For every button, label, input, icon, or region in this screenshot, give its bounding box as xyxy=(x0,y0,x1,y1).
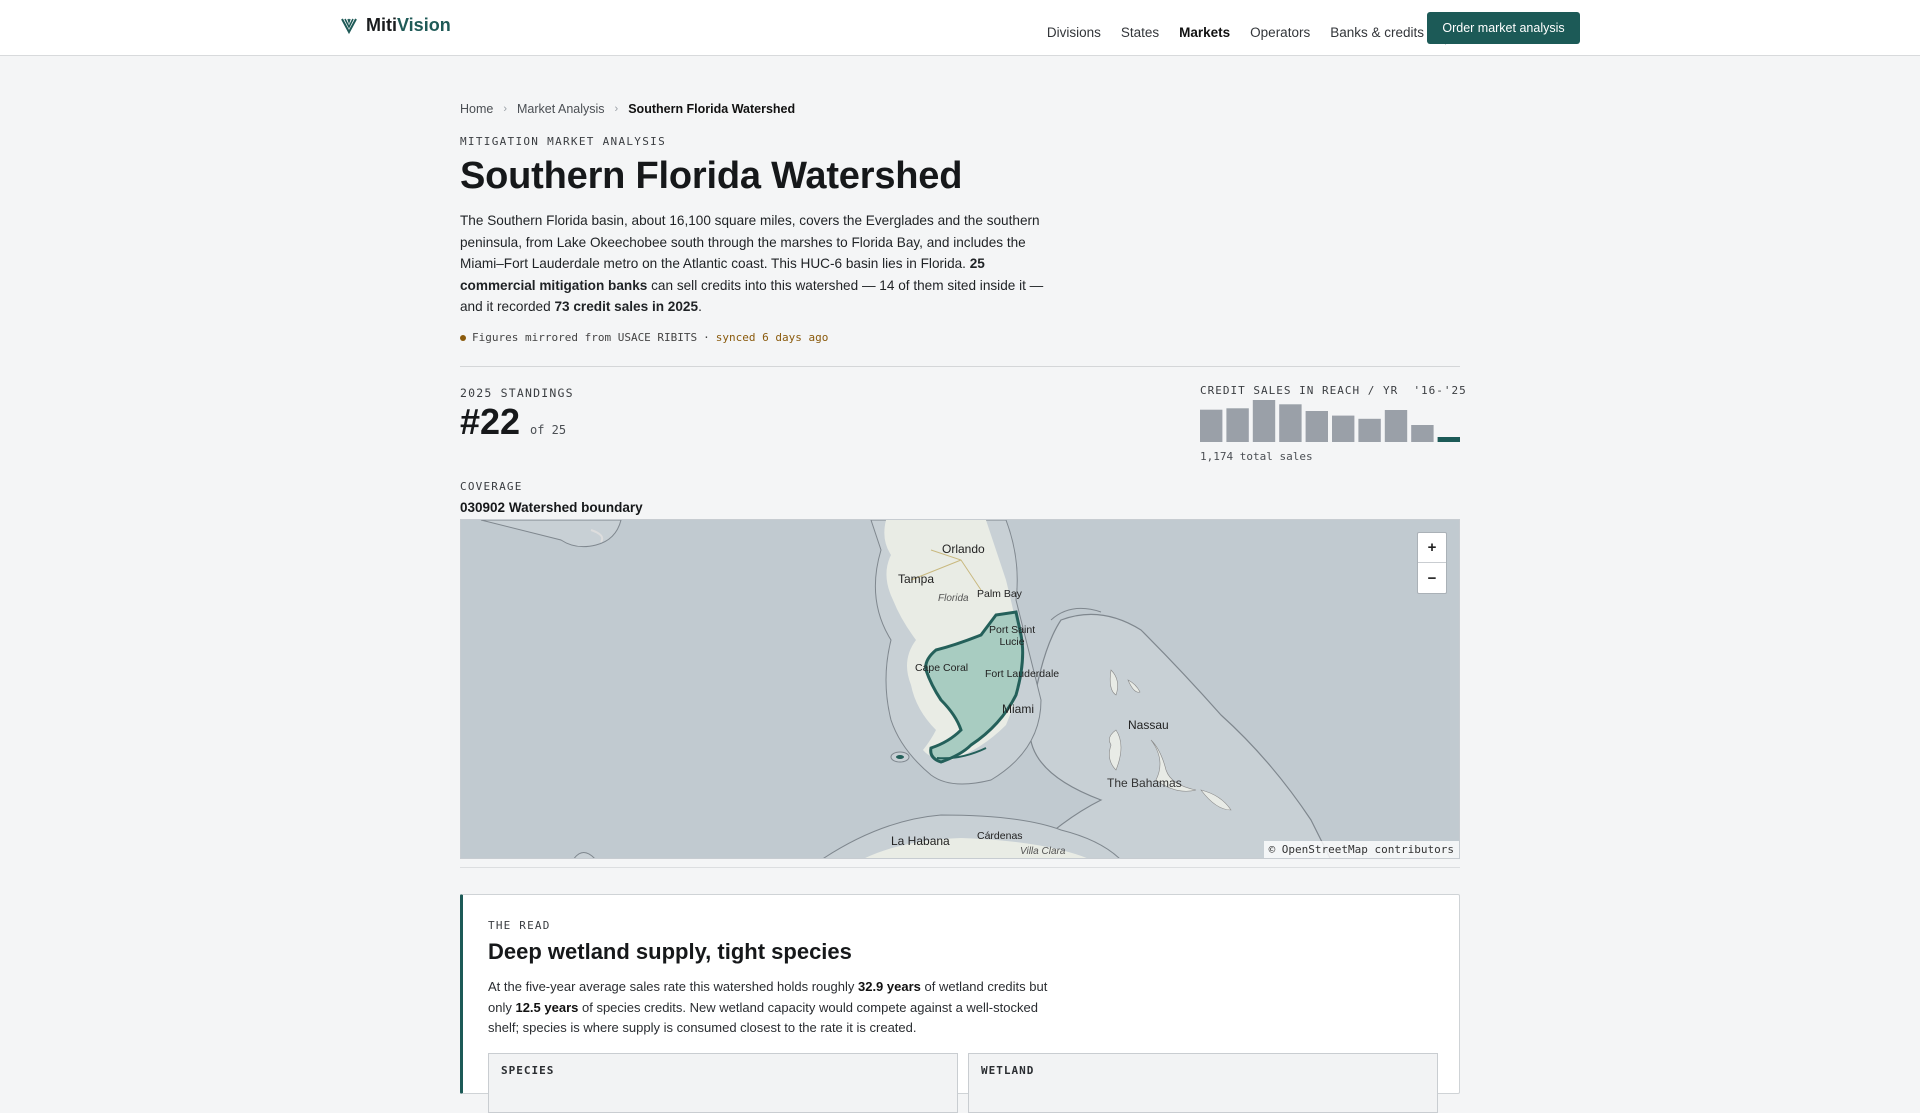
credit-sales-bar-2024 xyxy=(1411,425,1434,442)
page-eyebrow: MITIGATION MARKET ANALYSIS xyxy=(460,135,666,148)
map-label-port-saint: Port Saint xyxy=(989,624,1036,636)
breadcrumb-current: Southern Florida Watershed xyxy=(628,102,796,116)
credit-sales-bar-2019 xyxy=(1279,404,1302,442)
zoom-in-button[interactable]: + xyxy=(1418,533,1446,563)
breadcrumb-home[interactable]: Home xyxy=(460,102,493,116)
intro-text-3: . xyxy=(698,299,702,314)
map-label-villa-clara: Villa Clara xyxy=(1020,846,1066,857)
wetland-panel: WETLAND xyxy=(968,1053,1438,1113)
nav-banks-credits[interactable]: Banks & credits xyxy=(1330,25,1424,40)
map-label-fort-lauderdale: Fort Lauderdale xyxy=(985,668,1060,680)
map-label-cape-coral: Cape Coral xyxy=(915,662,969,674)
map-label-tampa: Tampa xyxy=(898,572,935,586)
read-bold-wetland-years: 32.9 years xyxy=(857,979,921,994)
standings-label: 2025 STANDINGS xyxy=(460,386,574,400)
credit-sales-total: 1,174 total sales xyxy=(1200,450,1313,463)
intro-bold-sales: 73 credit sales in 2025 xyxy=(554,299,699,314)
intro-paragraph: The Southern Florida basin, about 16,100… xyxy=(460,210,1050,318)
sync-ago: synced 6 days ago xyxy=(715,331,829,344)
map-label-orlando: Orlando xyxy=(942,542,985,556)
map-label-bahamas: The Bahamas xyxy=(1107,776,1182,790)
credit-sales-bar-2022 xyxy=(1358,418,1381,442)
page-title: Southern Florida Watershed xyxy=(460,155,963,197)
map-label-cardenas: Cárdenas xyxy=(977,830,1023,842)
map-label-miami: Miami xyxy=(1002,702,1034,716)
chevron-right-icon: › xyxy=(614,103,619,115)
credit-sales-bar-2023 xyxy=(1384,410,1408,442)
read-text-1: At the five-year average sales rate this… xyxy=(488,979,858,994)
map-attribution[interactable]: © OpenStreetMap contributors xyxy=(1263,841,1459,858)
watershed-map[interactable]: Orlando Tampa Florida Palm Bay Port Sain… xyxy=(460,519,1460,859)
standings-of: of 25 xyxy=(530,423,567,437)
species-panel: SPECIES xyxy=(488,1053,958,1113)
section-divider-2 xyxy=(460,867,1460,868)
the-read-card: THE READ Deep wetland supply, tight spec… xyxy=(460,894,1460,1113)
map-label-florida: Florida xyxy=(938,593,969,604)
brand-name-part2: Vision xyxy=(397,15,451,35)
coverage-name: Watershed boundary xyxy=(508,500,643,515)
zoom-out-button[interactable]: − xyxy=(1418,563,1446,593)
credit-sales-bar-2021 xyxy=(1332,415,1355,442)
order-market-analysis-button[interactable]: Order market analysis xyxy=(1427,12,1580,44)
credit-sales-bar-2020 xyxy=(1305,411,1328,442)
standings-rank: #22 xyxy=(460,401,521,442)
map-label-lucie: Lucie xyxy=(999,636,1025,648)
credit-sales-bar-2025 xyxy=(1437,437,1460,442)
intro-text-1: The Southern Florida basin, about 16,100… xyxy=(460,213,1040,271)
leaf-logo-icon xyxy=(341,18,357,34)
nav-operators[interactable]: Operators xyxy=(1250,25,1310,40)
status-dot-icon xyxy=(460,334,466,341)
brand-name-part1: Miti xyxy=(366,15,397,35)
credit-sales-bar-2016 xyxy=(1200,409,1223,442)
species-label: SPECIES xyxy=(501,1064,555,1077)
read-title: Deep wetland supply, tight species xyxy=(488,939,852,964)
section-divider xyxy=(460,366,1460,367)
map-label-la-habana: La Habana xyxy=(891,834,950,848)
breadcrumb: Home › Market Analysis › Southern Florid… xyxy=(460,102,795,116)
breadcrumb-market-analysis[interactable]: Market Analysis xyxy=(517,102,605,116)
credit-sales-bar-2018 xyxy=(1252,400,1276,442)
nav-divisions[interactable]: Divisions xyxy=(1047,25,1101,40)
map-label-palm-bay: Palm Bay xyxy=(977,588,1022,600)
brand-logo[interactable]: MitiVision xyxy=(340,15,451,36)
map-label-port-saint-lucie: Port Saint Lucie xyxy=(989,624,1035,648)
chevron-right-icon: › xyxy=(503,103,508,115)
sync-sep: · xyxy=(703,331,710,344)
credit-sales-range: '16-'25 xyxy=(1413,384,1467,397)
top-bar: MitiVision Divisions States Markets Oper… xyxy=(0,0,1920,56)
coverage-subtitle: 030902 Watershed boundary xyxy=(460,500,643,515)
sync-status: Figures mirrored from USACE RIBITS · syn… xyxy=(460,331,828,344)
read-label: THE READ xyxy=(488,919,551,932)
credit-sales-title: CREDIT SALES IN REACH / YR xyxy=(1200,384,1399,397)
credit-sales-bar-2017 xyxy=(1226,408,1249,442)
nav-states[interactable]: States xyxy=(1121,25,1159,40)
main-nav: Divisions States Markets Operators Banks… xyxy=(1047,19,1446,45)
sync-source: Figures mirrored from USACE RIBITS xyxy=(472,331,698,344)
map-canvas[interactable] xyxy=(461,520,1460,859)
coverage-code: 030902 xyxy=(460,500,506,515)
wetland-label: WETLAND xyxy=(981,1064,1035,1077)
read-paragraph: At the five-year average sales rate this… xyxy=(488,977,1048,1039)
read-bold-species-years: 12.5 years xyxy=(515,999,579,1015)
map-zoom-control: + − xyxy=(1417,532,1447,594)
map-label-nassau: Nassau xyxy=(1128,718,1169,732)
coverage-label: COVERAGE xyxy=(460,480,523,493)
credit-sales-label: CREDIT SALES IN REACH / YR '16-'25 xyxy=(1200,384,1467,397)
nav-markets[interactable]: Markets xyxy=(1179,25,1230,40)
credit-sales-bar-chart xyxy=(1200,400,1460,442)
